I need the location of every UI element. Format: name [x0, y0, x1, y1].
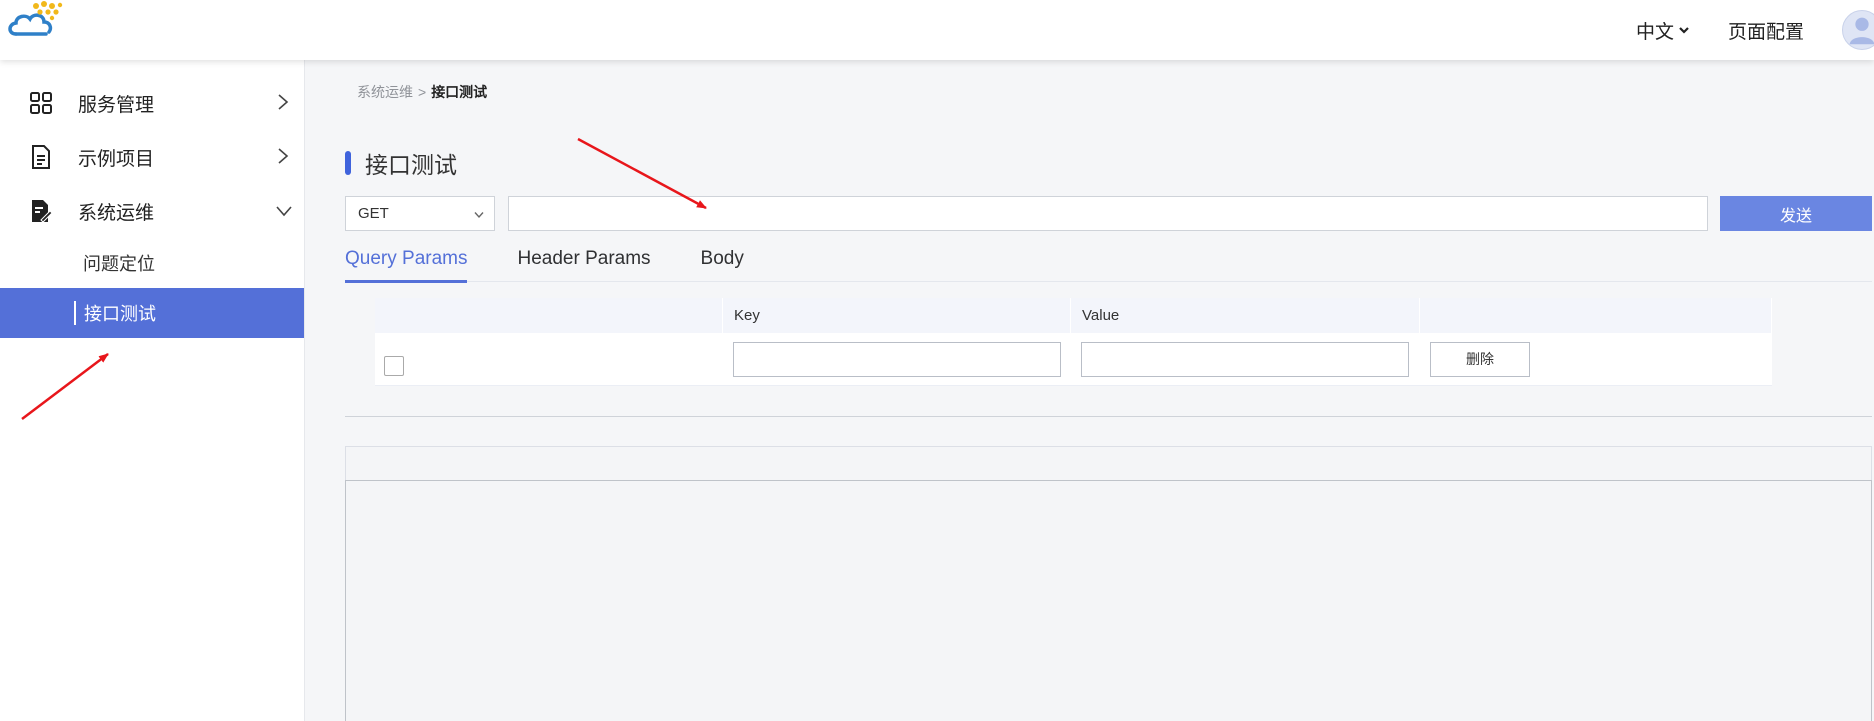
sidebar: 服务管理 示例项目 系统运维 问题定位 接口测试 [0, 60, 305, 721]
document-icon [28, 144, 54, 170]
response-header-bar [345, 446, 1872, 480]
row-key-cell [723, 333, 1071, 385]
table-row: 删除 [375, 333, 1772, 385]
column-header-value: Value [1071, 298, 1420, 333]
cloud-logo-icon[interactable] [6, 0, 66, 44]
sidebar-subitem-label: 问题定位 [83, 254, 155, 274]
send-button[interactable]: 发送 [1720, 196, 1872, 231]
delete-row-button[interactable]: 删除 [1430, 341, 1530, 377]
tab-header-params[interactable]: Header Params [517, 236, 650, 282]
param-value-input[interactable] [1081, 341, 1409, 377]
grid-apps-icon [28, 90, 54, 116]
sidebar-subitem-api-test[interactable]: 接口测试 [0, 288, 304, 338]
chevron-down-icon [1679, 27, 1689, 34]
page-config-link[interactable]: 页面配置 [1728, 17, 1804, 44]
breadcrumb-current: 接口测试 [431, 84, 488, 100]
http-method-select[interactable]: GET [345, 196, 495, 231]
column-header-key: Key [723, 298, 1071, 333]
sidebar-subitem-issue-location[interactable]: 问题定位 [0, 238, 304, 288]
sidebar-item-label: 示例项目 [78, 148, 155, 170]
column-header-action [1420, 298, 1772, 333]
tab-body[interactable]: Body [701, 236, 744, 282]
section-divider [345, 416, 1872, 417]
page-title: 接口测试 [345, 146, 457, 180]
tab-query-params[interactable]: Query Params [345, 236, 468, 283]
user-avatar-icon[interactable] [1842, 10, 1874, 50]
row-checkbox[interactable] [384, 356, 404, 376]
sidebar-item-system-ops[interactable]: 系统运维 [0, 184, 304, 238]
params-table: Key Value 删除 [375, 298, 1772, 386]
active-indicator [74, 301, 76, 325]
breadcrumb: 系统运维 > 接口测试 [357, 82, 487, 102]
top-header: 中文 页面配置 [0, 0, 1874, 60]
language-selector[interactable]: 中文 [1636, 17, 1690, 44]
http-method-value: GET [358, 205, 389, 222]
edit-document-icon [28, 198, 54, 224]
breadcrumb-separator: > [418, 84, 427, 100]
chevron-right-icon [278, 94, 289, 110]
header-actions: 中文 页面配置 [1636, 0, 1874, 60]
sidebar-item-label: 系统运维 [78, 202, 155, 224]
breadcrumb-parent[interactable]: 系统运维 [357, 84, 413, 100]
sidebar-subitem-label: 接口测试 [84, 304, 156, 324]
chevron-down-icon [474, 212, 484, 219]
row-value-cell [1071, 333, 1420, 385]
response-body-area[interactable] [345, 480, 1872, 721]
request-tabs: Query Params Header Params Body [345, 236, 1872, 283]
row-action-cell: 删除 [1420, 333, 1772, 385]
table-header: Key Value [375, 298, 1772, 333]
main-content: 系统运维 > 接口测试 接口测试 GET 发送 Query Params Heade… [305, 60, 1874, 721]
sidebar-item-service-management[interactable]: 服务管理 [0, 76, 304, 130]
sidebar-item-sample-projects[interactable]: 示例项目 [0, 130, 304, 184]
column-header-select [375, 298, 723, 333]
sidebar-item-label: 服务管理 [78, 94, 155, 116]
param-key-input[interactable] [733, 341, 1061, 377]
language-label: 中文 [1635, 21, 1674, 43]
row-select-cell [375, 333, 723, 385]
title-accent-bar [345, 151, 351, 175]
page-title-text: 接口测试 [365, 152, 457, 178]
url-input[interactable] [508, 196, 1708, 231]
chevron-down-icon [276, 206, 292, 217]
chevron-right-icon [278, 148, 289, 164]
